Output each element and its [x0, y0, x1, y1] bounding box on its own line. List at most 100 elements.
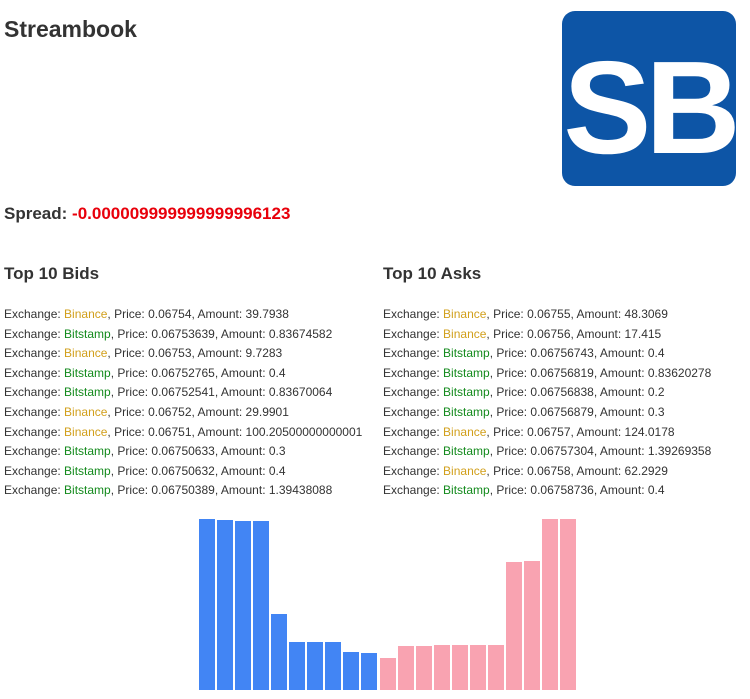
- order-row: Exchange: Bitstamp, Price: 0.06756819, A…: [383, 364, 711, 384]
- ask-depth-bar: [506, 562, 522, 690]
- amount-value: 0.3: [268, 444, 286, 459]
- exchange-label: Exchange:: [4, 307, 65, 321]
- asks-heading: Top 10 Asks: [383, 264, 482, 283]
- price-label: , Price:: [110, 444, 152, 459]
- amount-label: , Amount:: [214, 483, 269, 498]
- exchange-name: Bitstamp: [443, 365, 490, 380]
- order-row: Exchange: Bitstamp, Price: 0.06752541, A…: [4, 383, 362, 403]
- order-row: Exchange: Binance, Price: 0.06751, Amoun…: [4, 423, 362, 443]
- price-value: 0.06757304: [530, 444, 594, 459]
- order-row: Exchange: Bitstamp, Price: 0.06753639, A…: [4, 325, 362, 345]
- amount-label: , Amount:: [191, 346, 246, 361]
- price-label: , Price:: [107, 307, 149, 321]
- price-label: , Price:: [489, 444, 531, 459]
- amount-value: 48.3069: [624, 307, 668, 321]
- price-label: , Price:: [110, 385, 152, 400]
- amount-label: , Amount:: [214, 365, 269, 380]
- bid-depth-bar: [253, 521, 269, 690]
- exchange-name: Bitstamp: [64, 444, 111, 459]
- order-row: Exchange: Binance, Price: 0.06753, Amoun…: [4, 344, 362, 364]
- exchange-name: Bitstamp: [64, 463, 111, 478]
- order-row: Exchange: Binance, Price: 0.06757, Amoun…: [383, 423, 711, 443]
- amount-value: 124.0178: [624, 424, 675, 439]
- price-value: 0.06753639: [151, 326, 215, 341]
- amount-label: , Amount:: [593, 385, 648, 400]
- price-value: 0.06753: [148, 346, 192, 361]
- bids-heading: Top 10 Bids: [4, 264, 100, 283]
- order-row: Exchange: Bitstamp, Price: 0.06752765, A…: [4, 364, 362, 384]
- exchange-label: Exchange:: [4, 385, 65, 400]
- amount-value: 0.83620278: [647, 365, 712, 380]
- order-depth-chart: [199, 519, 576, 690]
- price-value: 0.06757: [527, 424, 571, 439]
- spread-value: -0.000009999999999996123: [72, 204, 291, 223]
- price-label: , Price:: [110, 365, 152, 380]
- amount-value: 0.4: [647, 346, 665, 361]
- amount-label: , Amount:: [191, 424, 246, 439]
- amount-label: , Amount:: [593, 346, 648, 361]
- price-label: , Price:: [486, 326, 528, 341]
- exchange-name: Bitstamp: [443, 444, 490, 459]
- price-value: 0.06750389: [151, 483, 215, 498]
- streambook-logo: SB: [562, 11, 736, 186]
- amount-label: , Amount:: [570, 326, 625, 341]
- amount-value: 0.3: [647, 404, 665, 419]
- price-label: , Price:: [107, 424, 149, 439]
- order-row: Exchange: Bitstamp, Price: 0.06750389, A…: [4, 481, 362, 501]
- amount-value: 0.4: [268, 463, 286, 478]
- exchange-label: Exchange:: [4, 444, 65, 459]
- amount-label: , Amount:: [191, 307, 246, 321]
- exchange-name: Bitstamp: [443, 483, 490, 498]
- amount-label: , Amount:: [570, 307, 625, 321]
- exchange-label: Exchange:: [383, 483, 444, 498]
- price-label: , Price:: [489, 483, 531, 498]
- price-value: 0.06756743: [530, 346, 594, 361]
- order-row: Exchange: Bitstamp, Price: 0.06750633, A…: [4, 442, 362, 462]
- ask-depth-bar: [452, 645, 468, 690]
- order-row: Exchange: Binance, Price: 0.06758, Amoun…: [383, 462, 711, 482]
- price-value: 0.06756819: [530, 365, 594, 380]
- price-value: 0.06756: [527, 326, 571, 341]
- exchange-label: Exchange:: [383, 424, 444, 439]
- exchange-label: Exchange:: [4, 463, 65, 478]
- price-value: 0.06752: [148, 404, 192, 419]
- bid-depth-bar: [235, 521, 251, 690]
- ask-depth-bar: [470, 645, 486, 690]
- price-label: , Price:: [486, 424, 528, 439]
- order-row: Exchange: Bitstamp, Price: 0.06756743, A…: [383, 344, 711, 364]
- order-row: Exchange: Binance, Price: 0.06752, Amoun…: [4, 403, 362, 423]
- amount-value: 29.9901: [245, 404, 289, 419]
- ask-depth-bar: [542, 519, 558, 690]
- exchange-label: Exchange:: [383, 444, 444, 459]
- exchange-label: Exchange:: [4, 404, 65, 419]
- asks-list: Exchange: Binance, Price: 0.06755, Amoun…: [383, 305, 711, 501]
- logo-mark-icon: SB: [563, 34, 736, 181]
- amount-value: 1.39269358: [647, 444, 712, 459]
- app-title: Streambook: [4, 16, 137, 42]
- amount-value: 39.7938: [245, 307, 289, 321]
- exchange-name: Bitstamp: [443, 385, 490, 400]
- amount-value: 62.2929: [624, 463, 668, 478]
- amount-label: , Amount:: [214, 326, 269, 341]
- spread-label: Spread:: [4, 204, 68, 223]
- bid-depth-bar: [271, 614, 287, 690]
- price-value: 0.06750633: [151, 444, 215, 459]
- amount-value: 100.20500000000001: [245, 424, 363, 439]
- bid-depth-bar: [199, 519, 215, 690]
- ask-depth-bar: [524, 561, 540, 690]
- amount-value: 9.7283: [245, 346, 283, 361]
- exchange-name: Bitstamp: [64, 326, 111, 341]
- ask-depth-bar: [434, 645, 450, 690]
- amount-label: , Amount:: [593, 444, 648, 459]
- exchange-name: Bitstamp: [64, 365, 111, 380]
- amount-label: , Amount:: [214, 385, 269, 400]
- exchange-label: Exchange:: [4, 346, 65, 361]
- amount-label: , Amount:: [214, 463, 269, 478]
- price-label: , Price:: [107, 346, 149, 361]
- price-label: , Price:: [489, 365, 531, 380]
- bid-depth-bar: [325, 642, 341, 690]
- amount-label: , Amount:: [593, 365, 648, 380]
- price-value: 0.06750632: [151, 463, 215, 478]
- amount-value: 0.2: [647, 385, 665, 400]
- ask-depth-bar: [560, 519, 576, 690]
